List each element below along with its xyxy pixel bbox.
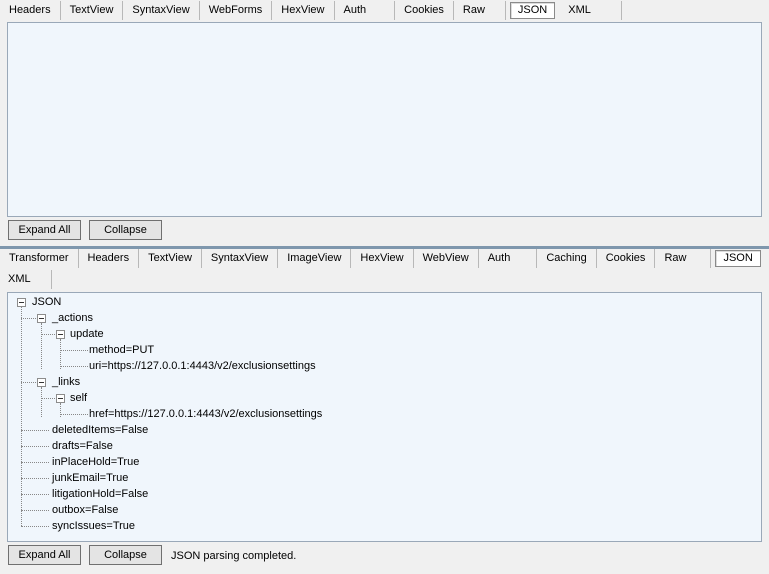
- tree-connector: [21, 526, 49, 527]
- json-tree: JSON _actions update method=PUT uri=http…: [8, 293, 761, 541]
- collapse-icon[interactable]: [37, 378, 46, 387]
- response-tab-imageview[interactable]: ImageView: [278, 249, 352, 268]
- response-tab-headers[interactable]: Headers: [79, 249, 140, 268]
- request-tab-syntaxview[interactable]: SyntaxView: [123, 1, 200, 20]
- collapse-icon[interactable]: [17, 298, 26, 307]
- tree-node-method[interactable]: method=PUT: [89, 343, 154, 357]
- tree-connector: [21, 382, 36, 383]
- request-tab-raw[interactable]: Raw: [454, 1, 506, 20]
- request-collapse-button[interactable]: Collapse: [89, 220, 162, 240]
- tree-guide: [60, 339, 61, 369]
- response-collapse-button[interactable]: Collapse: [89, 545, 162, 565]
- tree-connector: [60, 414, 88, 415]
- tree-connector: [41, 334, 55, 335]
- response-tab-textview[interactable]: TextView: [139, 249, 202, 268]
- response-tab-raw[interactable]: Raw: [655, 249, 712, 268]
- response-tab-xml[interactable]: XML: [0, 270, 52, 289]
- request-tab-bar: Headers TextView SyntaxView WebForms Hex…: [0, 0, 622, 21]
- tree-connector: [21, 430, 49, 431]
- tree-connector: [21, 462, 49, 463]
- tree-node-actions[interactable]: _actions: [52, 311, 93, 325]
- tree-node-drafts[interactable]: drafts=False: [52, 439, 113, 453]
- response-json-tree-pane[interactable]: JSON _actions update method=PUT uri=http…: [7, 292, 762, 542]
- tree-node-deleted-items[interactable]: deletedItems=False: [52, 423, 148, 437]
- response-tab-caching[interactable]: Caching: [537, 249, 597, 268]
- tree-node-links[interactable]: _links: [52, 375, 80, 389]
- tree-node-root[interactable]: JSON: [32, 295, 61, 309]
- request-tab-json[interactable]: JSON: [509, 2, 556, 19]
- tree-node-junk-email[interactable]: junkEmail=True: [52, 471, 128, 485]
- request-tab-headers[interactable]: Headers: [0, 1, 61, 20]
- tree-guide: [41, 387, 42, 417]
- response-tab-auth[interactable]: Auth: [479, 249, 538, 268]
- request-tab-webforms[interactable]: WebForms: [200, 1, 273, 20]
- tree-connector: [21, 318, 36, 319]
- tree-connector: [21, 446, 49, 447]
- tree-node-in-place-hold[interactable]: inPlaceHold=True: [52, 455, 139, 469]
- collapse-icon[interactable]: [56, 394, 65, 403]
- tree-connector: [21, 478, 49, 479]
- collapse-icon[interactable]: [56, 330, 65, 339]
- tree-connector: [41, 398, 55, 399]
- request-tab-xml[interactable]: XML: [559, 1, 622, 20]
- request-tab-auth[interactable]: Auth: [335, 1, 396, 20]
- tree-connector: [21, 510, 49, 511]
- response-tab-transformer[interactable]: Transformer: [0, 249, 79, 268]
- response-tab-syntaxview[interactable]: SyntaxView: [202, 249, 279, 268]
- tree-node-update[interactable]: update: [70, 327, 104, 341]
- request-tab-hexview[interactable]: HexView: [272, 1, 335, 20]
- tree-connector: [21, 494, 49, 495]
- request-tab-cookies[interactable]: Cookies: [395, 1, 454, 20]
- tree-node-sync-issues[interactable]: syncIssues=True: [52, 519, 135, 533]
- tree-node-uri[interactable]: uri=https://127.0.0.1:4443/v2/exclusions…: [89, 359, 316, 373]
- tree-connector: [60, 350, 88, 351]
- tree-node-href[interactable]: href=https://127.0.0.1:4443/v2/exclusion…: [89, 407, 322, 421]
- tree-node-self[interactable]: self: [70, 391, 87, 405]
- response-tab-bar: Transformer Headers TextView SyntaxView …: [0, 248, 765, 269]
- request-tab-textview[interactable]: TextView: [61, 1, 124, 20]
- response-tab-hexview[interactable]: HexView: [351, 249, 414, 268]
- tree-node-outbox[interactable]: outbox=False: [52, 503, 118, 517]
- tree-node-litigation-hold[interactable]: litigationHold=False: [52, 487, 148, 501]
- response-tab-cookies[interactable]: Cookies: [597, 249, 656, 268]
- collapse-icon[interactable]: [37, 314, 46, 323]
- response-expand-all-button[interactable]: Expand All: [8, 545, 81, 565]
- request-json-tree-pane[interactable]: [7, 22, 762, 217]
- request-expand-all-button[interactable]: Expand All: [8, 220, 81, 240]
- status-text: JSON parsing completed.: [171, 550, 297, 562]
- tree-connector: [60, 366, 88, 367]
- response-tab-webview[interactable]: WebView: [414, 249, 479, 268]
- response-tab-json[interactable]: JSON: [715, 250, 761, 267]
- response-tab-bar-row2: XML: [0, 269, 52, 290]
- tree-guide: [41, 323, 42, 369]
